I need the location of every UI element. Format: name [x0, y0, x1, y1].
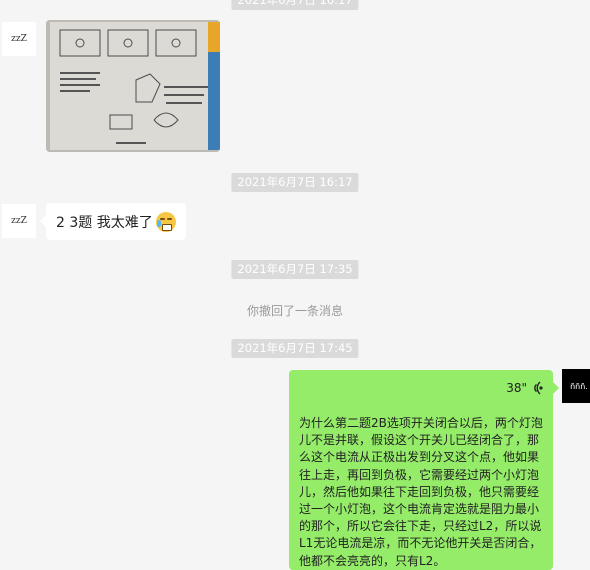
timestamp: 2021年6月7日 17:45 — [231, 339, 359, 358]
avatar-text: ñññ. — [570, 381, 588, 391]
textbook-photo-image — [46, 20, 220, 152]
sent-voice-message-bubble[interactable]: 38" 为什么第二题2B选项开关闭合以后，两个灯泡儿不是并联，假设这个开关儿已经… — [289, 370, 559, 570]
contact-avatar[interactable]: zzZ — [2, 204, 36, 238]
contact-avatar[interactable]: zzZ — [2, 22, 36, 56]
received-message-bubble[interactable]: 2 3题 我太难了 — [40, 203, 186, 240]
timestamp: 2021年6月7日 16:17 — [231, 0, 359, 10]
avatar-text: zzZ — [11, 216, 27, 226]
voice-wave-icon — [534, 381, 543, 395]
voice-duration: 38" — [506, 381, 527, 395]
timestamp: 2021年6月7日 17:35 — [231, 260, 359, 279]
voice-transcript-text: 为什么第二题2B选项开关闭合以后，两个灯泡儿不是并联，假设这个开关儿已经闭合了，… — [299, 416, 543, 568]
image-message[interactable] — [46, 20, 220, 152]
voice-message-play[interactable]: 38" — [506, 381, 543, 395]
avatar-text: zzZ — [11, 34, 27, 44]
crying-face-emoji-icon — [155, 211, 176, 232]
timestamp: 2021年6月7日 16:17 — [231, 173, 359, 192]
recall-notice: 你撤回了一条消息 — [246, 304, 344, 318]
message-text: 2 3题 我太难了 — [56, 214, 153, 231]
my-avatar[interactable]: ñññ. — [562, 369, 590, 403]
